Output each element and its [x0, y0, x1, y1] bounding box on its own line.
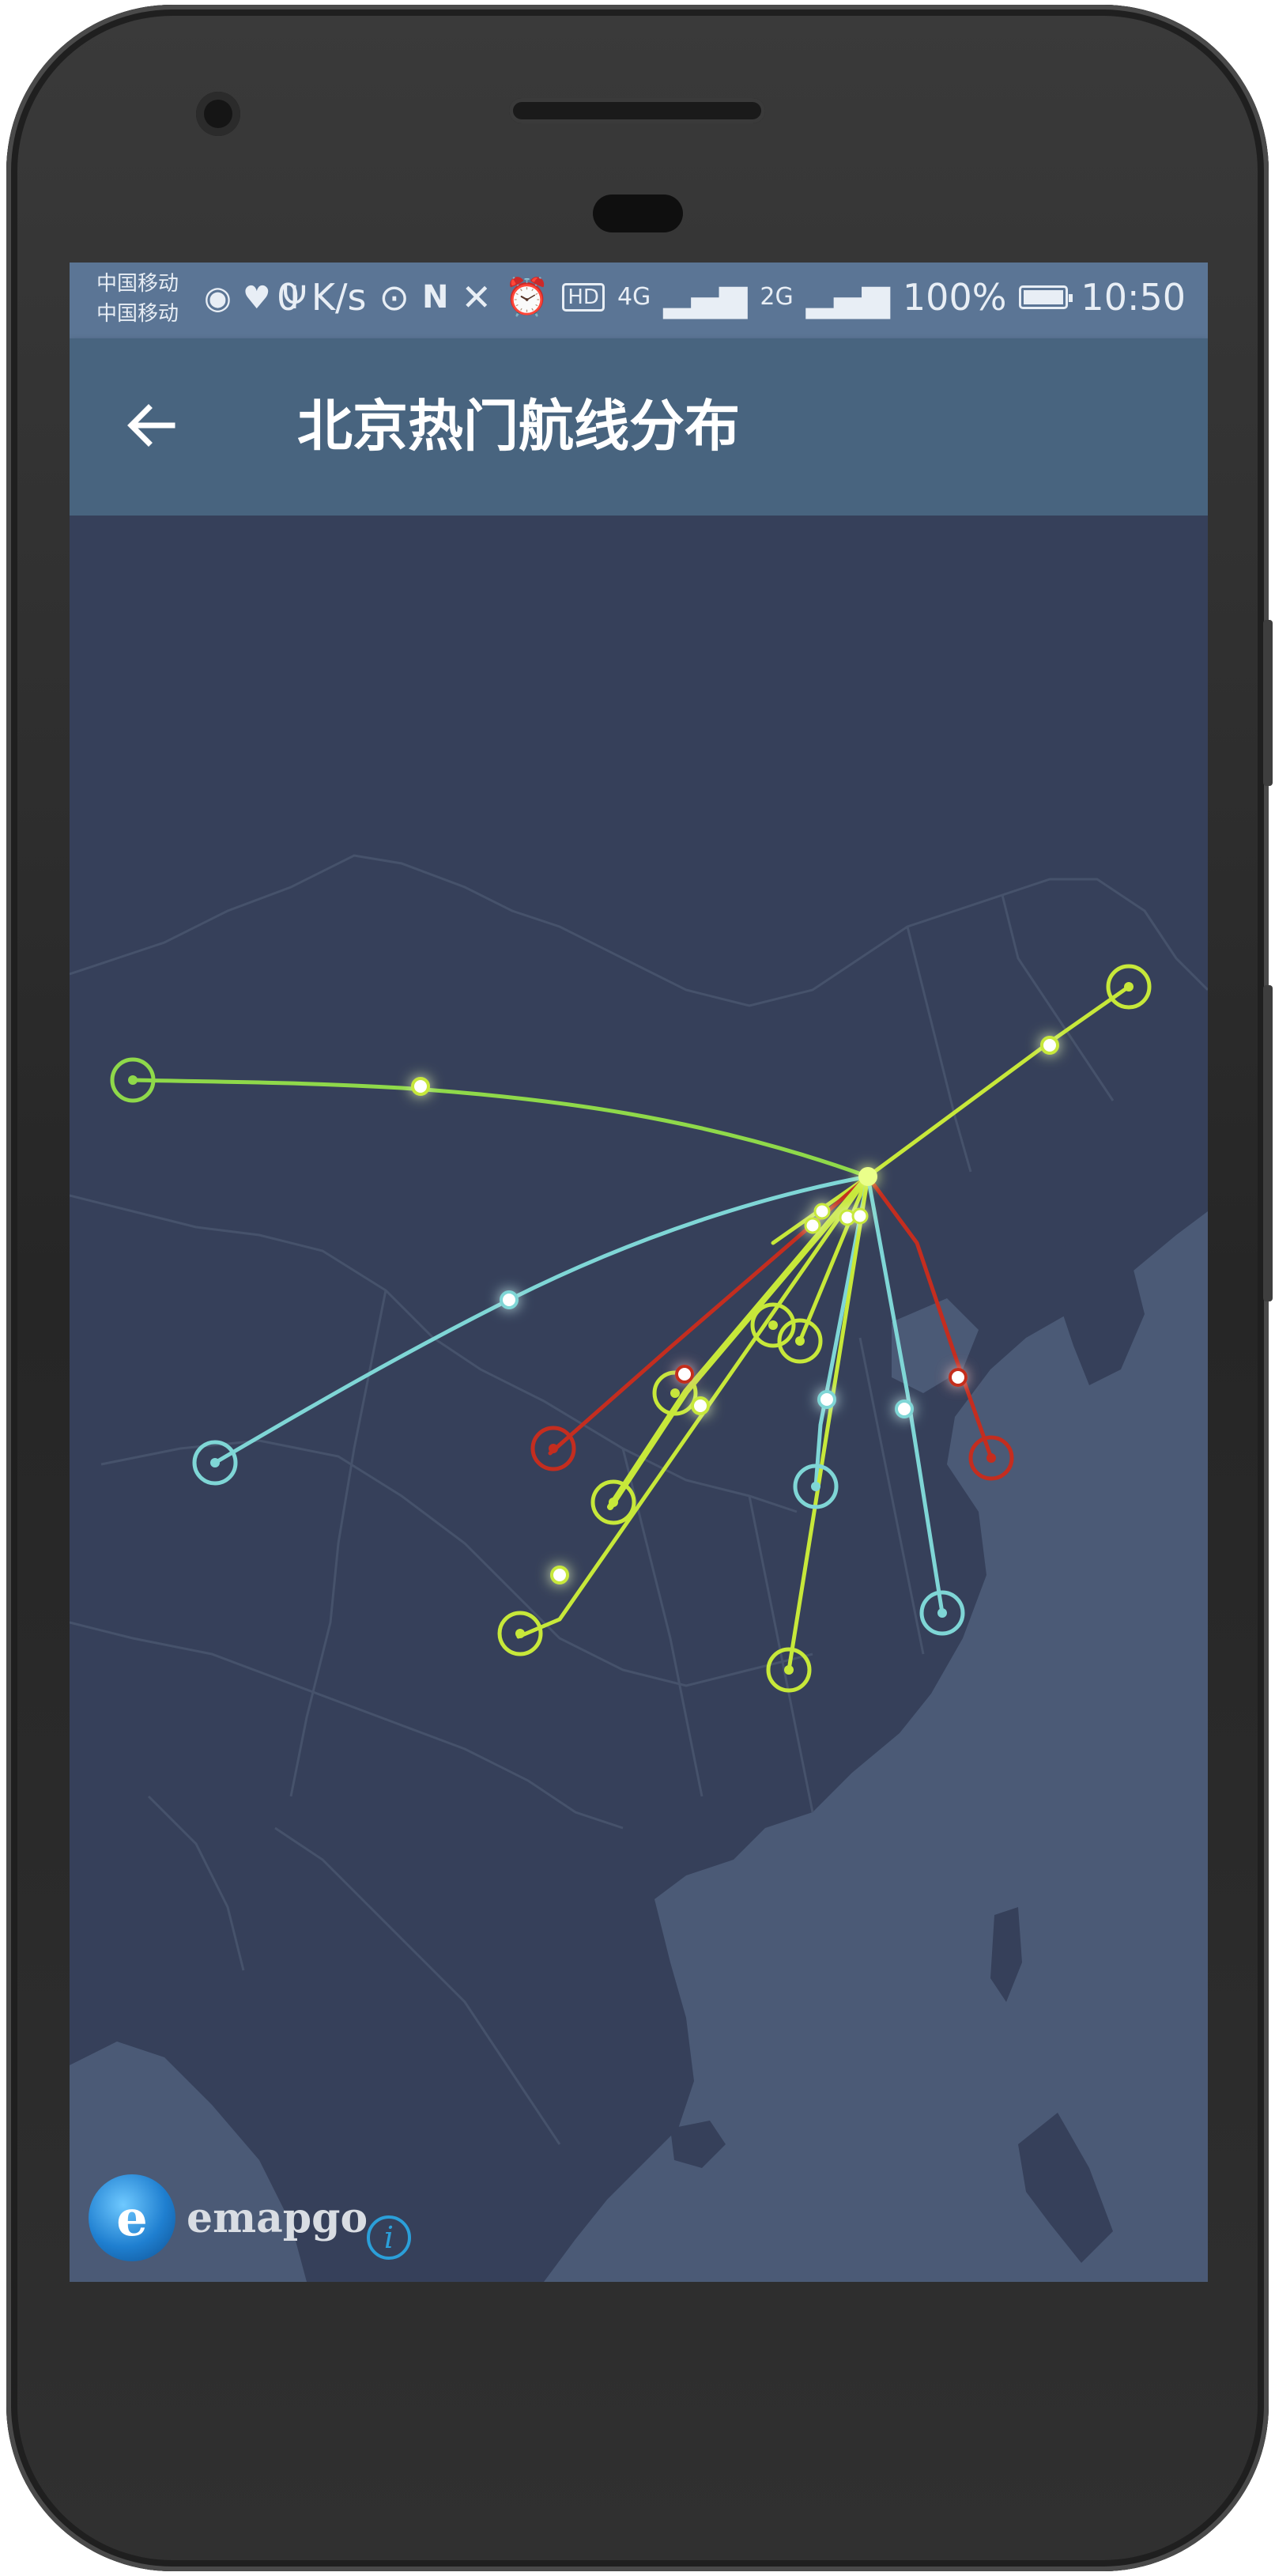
net-speed: 0 K/s	[276, 275, 367, 319]
logo-text: emapgo	[187, 2193, 368, 2242]
headphones-icon: ⊙	[379, 275, 410, 319]
battery-percent: 100%	[902, 275, 1007, 319]
globe-icon: ◉	[204, 280, 243, 316]
network-2-label: 2G	[760, 283, 794, 311]
mute-icon: ✕	[461, 275, 492, 319]
info-icon[interactable]: i	[367, 2215, 411, 2260]
screen: 中国移动 中国移动 ◉♥Ψ 0 K/s ⊙ N ✕ ⏰ HD 4G ▂▄▆ 2G…	[70, 263, 1208, 2282]
battery-icon	[1019, 285, 1073, 309]
hd-icon: HD	[562, 282, 605, 312]
brand-logo[interactable]: e emapgo	[89, 2174, 368, 2261]
status-right: 0 K/s ⊙ N ✕ ⏰ HD 4G ▂▄▆ 2G ▂▄▆ 100% 10:5…	[277, 275, 1186, 319]
app-bar: 北京热门航线分布	[70, 338, 1208, 516]
signal-2-icon: ▂▄▆	[805, 275, 890, 319]
route-map[interactable]	[70, 516, 1208, 2282]
phone-frame: 中国移动 中国移动 ◉♥Ψ 0 K/s ⊙ N ✕ ⏰ HD 4G ▂▄▆ 2G…	[6, 5, 1273, 2571]
status-bar: 中国移动 中国移动 ◉♥Ψ 0 K/s ⊙ N ✕ ⏰ HD 4G ▂▄▆ 2G…	[70, 263, 1208, 338]
front-camera	[196, 92, 240, 136]
back-button[interactable]	[120, 394, 183, 457]
network-1-label: 4G	[617, 283, 651, 311]
proximity-sensor	[593, 195, 683, 232]
carrier-1: 中国移动	[96, 272, 179, 296]
clock: 10:50	[1081, 275, 1186, 319]
carrier-2: 中国移动	[96, 302, 179, 326]
volume-button	[1263, 985, 1273, 1301]
page-title: 北京热门航线分布	[297, 394, 740, 459]
signal-1-icon: ▂▄▆	[663, 275, 748, 319]
earpiece-speaker	[509, 98, 765, 123]
arrow-left-icon	[127, 404, 175, 447]
nfc-icon: N	[422, 278, 449, 315]
power-button	[1263, 620, 1273, 786]
carrier-labels: 中国移动 中国移动	[96, 269, 179, 329]
alarm-icon: ⏰	[504, 275, 550, 318]
emapgo-logo-icon: e	[89, 2174, 175, 2261]
